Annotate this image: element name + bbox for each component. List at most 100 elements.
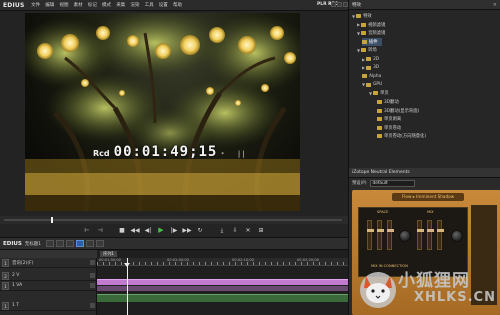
tree-item-label: 特效 bbox=[363, 14, 372, 19]
track-visibility-icon[interactable] bbox=[90, 283, 95, 288]
tree-item-label: 单页剥离 bbox=[384, 117, 402, 123]
tree-item[interactable]: 3D翻动 bbox=[377, 98, 399, 106]
fader[interactable] bbox=[417, 220, 424, 250]
menu-file[interactable]: 文件 bbox=[29, 2, 43, 8]
step-forward-button[interactable]: |▶ bbox=[170, 227, 178, 235]
mark-in-button[interactable]: ⊢ bbox=[83, 227, 91, 235]
tree-item[interactable]: ▶ 视频滤镜 bbox=[357, 21, 385, 29]
knob[interactable] bbox=[399, 230, 411, 242]
track-visibility-icon[interactable] bbox=[90, 273, 95, 278]
fader[interactable] bbox=[367, 220, 374, 250]
folder-icon bbox=[377, 108, 382, 113]
menu-settings[interactable]: 设置 bbox=[156, 2, 170, 8]
clip-waveform[interactable] bbox=[97, 286, 348, 291]
tree-item[interactable]: ▼ 音频滤镜 bbox=[357, 29, 385, 37]
fast-forward-button[interactable]: ▶▶ bbox=[182, 227, 191, 235]
close-icon[interactable]: × bbox=[493, 2, 497, 8]
fader[interactable] bbox=[377, 220, 384, 250]
knob[interactable] bbox=[451, 230, 463, 242]
overwrite-button[interactable]: ⇩ bbox=[231, 227, 239, 235]
fader[interactable] bbox=[387, 220, 394, 250]
track-number: 1 bbox=[2, 301, 9, 310]
tree-item[interactable]: ▶ 3D bbox=[362, 64, 379, 72]
play-button[interactable]: ▶ bbox=[157, 227, 165, 235]
expand-down-icon[interactable]: ▼ bbox=[357, 31, 360, 36]
expand-down-icon[interactable]: ▼ bbox=[352, 14, 355, 19]
split-button[interactable]: ⊞ bbox=[257, 227, 265, 235]
audio-clip[interactable] bbox=[97, 294, 348, 302]
playhead-cap[interactable] bbox=[124, 263, 130, 267]
fader[interactable] bbox=[437, 220, 444, 250]
stop-button[interactable]: ■ bbox=[118, 227, 126, 235]
menu-mode[interactable]: 模式 bbox=[99, 2, 113, 8]
timecode-value: 00:01:49;15 bbox=[113, 144, 218, 160]
timeline-toolbar: EDIUS 无标题1 bbox=[0, 238, 348, 250]
tree-item[interactable]: ▼ 转场 bbox=[357, 46, 377, 54]
menu-clip[interactable]: 素材 bbox=[71, 2, 85, 8]
time-ruler[interactable]: 00:01:50;00 00:02:00;00 00:02:10;00 00:0… bbox=[97, 258, 348, 266]
menu-view[interactable]: 视图 bbox=[57, 2, 71, 8]
loop-button[interactable]: ↻ bbox=[196, 227, 204, 235]
menu-marker[interactable]: 标记 bbox=[85, 2, 99, 8]
track-name: 音讯(2)(F) bbox=[12, 260, 34, 266]
expand-down-icon[interactable]: ▼ bbox=[369, 91, 372, 96]
maximize-icon[interactable] bbox=[337, 2, 342, 7]
slider-handle[interactable] bbox=[51, 217, 54, 223]
timeline-tracks[interactable]: 序列1 00:01:50;00 00:02:00;00 00:02:10;00 … bbox=[97, 250, 348, 315]
snap-icon[interactable] bbox=[96, 240, 105, 247]
tree-item-label: 3D翻动 bbox=[384, 100, 399, 105]
position-slider[interactable] bbox=[0, 216, 348, 224]
sync-mode-icon[interactable] bbox=[76, 240, 85, 247]
tree-item[interactable]: 3D翻动(显示背面) bbox=[377, 107, 419, 115]
menu-tools[interactable]: 工具 bbox=[142, 2, 156, 8]
open-icon[interactable] bbox=[56, 240, 65, 247]
rewind-button[interactable]: ◀◀ bbox=[130, 227, 139, 235]
tree-item[interactable]: 插件 bbox=[362, 37, 382, 46]
menu-help[interactable]: 帮助 bbox=[170, 2, 184, 8]
save-icon[interactable] bbox=[66, 240, 75, 247]
menu-edit[interactable]: 编辑 bbox=[43, 2, 57, 8]
delete-button[interactable]: ✕ bbox=[244, 227, 252, 235]
tree-item[interactable]: 单页卷动(方向随意化) bbox=[377, 132, 426, 140]
track-lock-icon[interactable] bbox=[90, 260, 95, 265]
expand-right-icon[interactable]: ▶ bbox=[362, 57, 365, 62]
separator bbox=[209, 227, 213, 235]
track-header[interactable]: 1 1 VA bbox=[0, 281, 97, 291]
slider-track[interactable] bbox=[4, 219, 342, 221]
tree-item[interactable]: ▼ 单页 bbox=[369, 89, 389, 97]
preset-dropdown[interactable]: default bbox=[369, 179, 415, 187]
timecode-overlay: Rcd 00:01:49;15 * | | bbox=[93, 144, 245, 160]
player-mode-label[interactable]: PLR bbox=[317, 2, 327, 7]
folder-icon bbox=[362, 39, 367, 44]
expand-down-icon[interactable]: ▼ bbox=[362, 82, 365, 87]
sequence-tab[interactable]: 序列1 bbox=[100, 251, 118, 257]
fader[interactable] bbox=[427, 220, 434, 250]
video-image bbox=[25, 13, 300, 211]
mark-out-button[interactable]: ⊣ bbox=[96, 227, 104, 235]
menu-capture[interactable]: 采集 bbox=[114, 2, 128, 8]
ripple-icon[interactable] bbox=[86, 240, 95, 247]
tree-item[interactable]: ▼ 特效 bbox=[352, 12, 372, 20]
plugin-top-label[interactable]: Flow ▸ Imminent Shadow bbox=[392, 193, 464, 201]
track-header[interactable]: 1 音讯(2)(F) bbox=[0, 258, 97, 268]
insert-button[interactable]: ⤓ bbox=[218, 227, 226, 235]
track-visibility-icon[interactable] bbox=[90, 303, 95, 308]
menu-render[interactable]: 渲染 bbox=[128, 2, 142, 8]
minimize-icon[interactable] bbox=[331, 2, 336, 7]
tree-item[interactable]: ▼ GPU bbox=[362, 81, 382, 89]
new-sequence-icon[interactable] bbox=[46, 240, 55, 247]
tree-item[interactable]: 单页卷动 bbox=[377, 124, 401, 132]
track-header[interactable]: 1 1 T bbox=[0, 301, 97, 311]
step-back-button[interactable]: ◀| bbox=[144, 227, 152, 235]
track-header[interactable]: 2 2 V bbox=[0, 271, 97, 281]
expand-right-icon[interactable]: ▶ bbox=[357, 22, 360, 27]
tree-item[interactable]: 单页剥离 bbox=[377, 115, 401, 123]
tree-item-label: 视频滤镜 bbox=[368, 22, 386, 28]
preset-label: 预设(P) bbox=[352, 181, 367, 186]
video-clip[interactable] bbox=[97, 279, 348, 285]
tree-item[interactable]: ▶ 2D bbox=[362, 55, 379, 63]
expand-right-icon[interactable]: ▶ bbox=[362, 65, 365, 70]
expand-down-icon[interactable]: ▼ bbox=[357, 48, 360, 53]
panel-title: 特效 × bbox=[349, 0, 500, 10]
tree-item[interactable]: Alpha bbox=[362, 72, 381, 80]
